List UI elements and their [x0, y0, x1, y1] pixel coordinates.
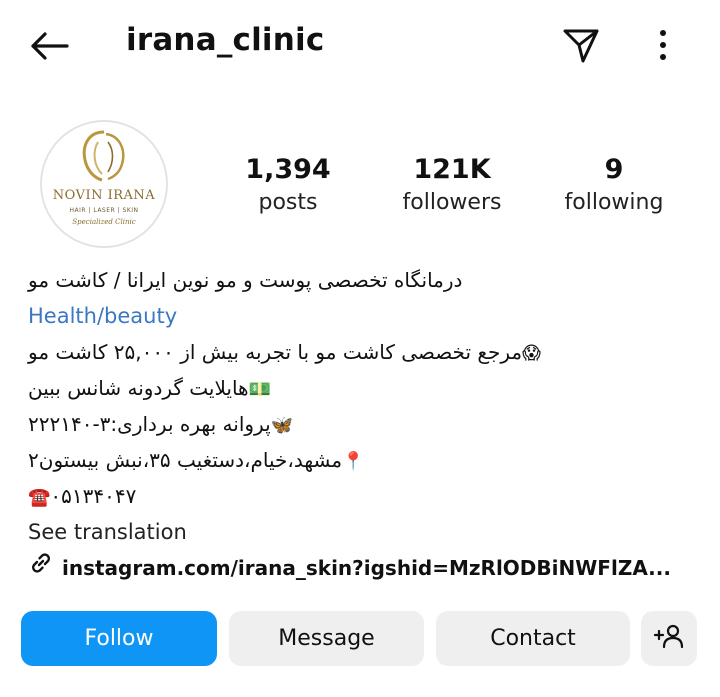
logo-subtitle-text: HAIR | LASER | SKIN	[69, 207, 139, 214]
money-emoji-icon: 💵	[248, 378, 272, 400]
bio-website-link[interactable]: instagram.com/irana_skin?igshid=MzRlODBi…	[28, 550, 692, 586]
bio-line-highlight: 💵هایلایت گردونه شانس ببین	[28, 370, 692, 406]
paper-plane-icon	[561, 25, 601, 69]
butterfly-emoji-icon: 🦋	[270, 414, 294, 436]
suggest-users-button[interactable]	[641, 611, 697, 666]
follow-button[interactable]: Follow	[21, 611, 217, 666]
logo-script-text: Specialized Clinic	[72, 218, 136, 226]
bio-line-specialty: 😱مرجع تخصصی کاشت مو با تجربه بیش از ۲۵,۰…	[28, 334, 692, 370]
profile-name: درمانگاه تخصصی پوست و مو نوین ایرانا / ک…	[28, 268, 463, 292]
link-icon	[28, 550, 54, 587]
more-vertical-icon	[658, 29, 668, 65]
bio-line-address: 📍مشهد،خیام،دستغیب ۳۵،نبش بیستون۲	[28, 442, 692, 478]
bio-line-phone: ☎️۰۵۱۳۴۰۴۷	[28, 478, 692, 514]
following-count[interactable]: 9 following	[556, 152, 672, 218]
bio-line-text: مرجع تخصصی کاشت مو با تجربه بیش از ۲۵,۰۰…	[28, 340, 523, 364]
bio-section: درمانگاه تخصصی پوست و مو نوین ایرانا / ک…	[28, 262, 692, 586]
share-button[interactable]	[558, 24, 604, 70]
posts-value: 1,394	[245, 154, 331, 185]
profile-category[interactable]: Health/beauty	[28, 298, 692, 334]
followers-count[interactable]: 121K followers	[394, 152, 510, 218]
add-user-icon	[653, 622, 685, 656]
followers-value: 121K	[413, 154, 491, 185]
bio-link-text: instagram.com/irana_skin?igshid=MzRlODBi…	[62, 556, 671, 580]
back-button[interactable]	[26, 28, 72, 68]
avatar[interactable]: NOVIN IRANA HAIR | LASER | SKIN Speciali…	[40, 120, 168, 248]
following-value: 9	[604, 154, 624, 185]
logo-face-icon	[82, 130, 125, 182]
phone-emoji-icon: ☎️	[28, 486, 51, 508]
more-options-button[interactable]	[648, 24, 678, 70]
contact-button[interactable]: Contact	[436, 611, 630, 666]
arrow-left-icon	[29, 31, 69, 65]
posts-label: posts	[258, 190, 318, 215]
followers-label: followers	[402, 190, 502, 215]
pin-emoji-icon: 📍	[342, 450, 365, 472]
bio-line-text: پروانه بهره برداری:۳-۲۲۲۱۴۰	[28, 412, 271, 436]
scream-emoji-icon: 😱	[522, 342, 541, 364]
bio-line-license: 🦋پروانه بهره برداری:۳-۲۲۲۱۴۰	[28, 406, 692, 442]
bio-line-text: مشهد،خیام،دستغیب ۳۵،نبش بیستون۲	[28, 448, 343, 472]
see-translation-link[interactable]: See translation	[28, 514, 692, 550]
logo-brand-text: NOVIN IRANA	[52, 188, 156, 203]
posts-count[interactable]: 1,394 posts	[236, 152, 340, 218]
top-bar: irana_clinic	[0, 0, 720, 95]
message-button[interactable]: Message	[229, 611, 424, 666]
profile-username: irana_clinic	[126, 22, 325, 58]
following-label: following	[564, 190, 664, 215]
bio-line-text: هایلایت گردونه شانس ببین	[28, 376, 249, 400]
bio-line-text: ۰۵۱۳۴۰۴۷	[50, 484, 137, 508]
